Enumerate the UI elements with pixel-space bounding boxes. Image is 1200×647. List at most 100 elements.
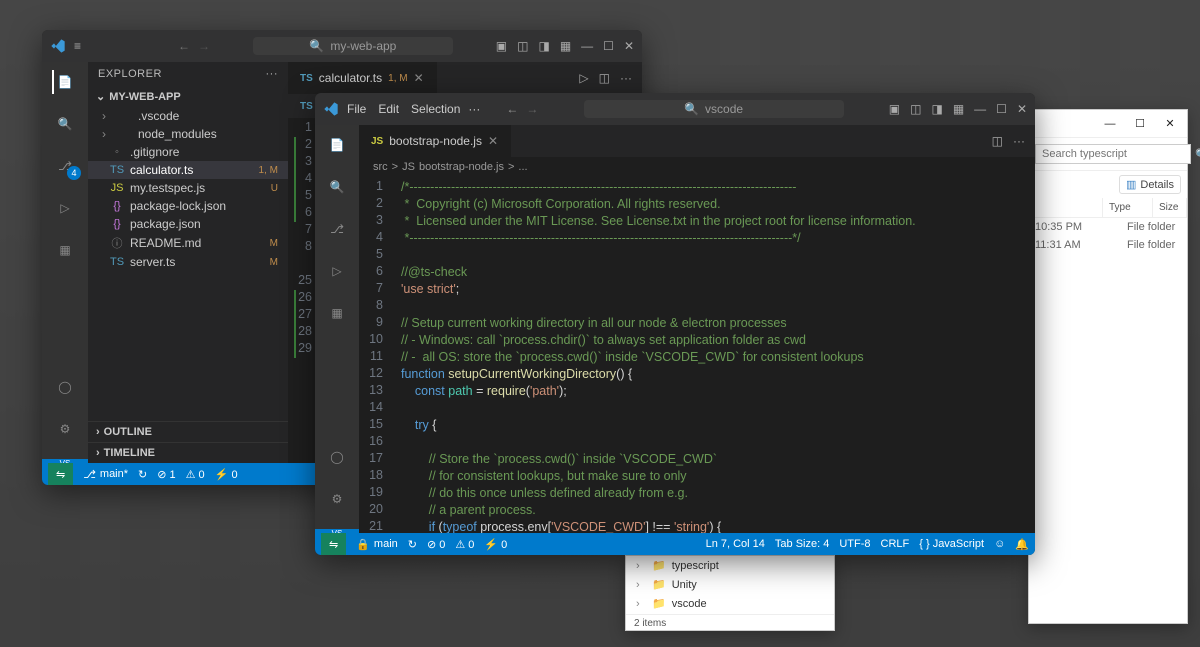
close-tab-icon[interactable]: ✕ [488, 134, 498, 148]
gear-icon[interactable]: ⚙ [325, 487, 349, 511]
code-line[interactable]: // Setup current working directory in al… [393, 315, 1035, 332]
sync-status[interactable]: ↻ [138, 468, 147, 481]
language-mode[interactable]: { } JavaScript [919, 538, 984, 550]
search-icon[interactable]: 🔍 [325, 175, 349, 199]
code-line[interactable] [393, 247, 1035, 264]
code-line[interactable] [393, 400, 1035, 417]
layout-icon[interactable]: ▣ [496, 39, 507, 53]
more-icon[interactable]: ··· [266, 68, 279, 80]
gear-icon[interactable]: ⚙ [53, 417, 77, 441]
file-row[interactable]: 11:31 AMFile folder [1029, 236, 1187, 254]
code-line[interactable] [393, 298, 1035, 315]
file-item[interactable]: TSserver.tsM [88, 253, 288, 271]
code-line[interactable]: // a parent process. [393, 502, 1035, 519]
layout-icon[interactable]: ◫ [517, 39, 528, 53]
split-icon[interactable]: ◫ [992, 134, 1003, 148]
folder-row[interactable]: ›📁Unity [626, 575, 834, 594]
errors-status[interactable]: ⊘ 1 [157, 468, 175, 481]
nav-forward-icon[interactable]: → [198, 39, 210, 53]
editor-tab[interactable]: TS calculator.ts 1, M ✕ [288, 62, 437, 94]
layout-icon[interactable]: ◨ [931, 102, 942, 116]
details-button[interactable]: ▥ Details [1119, 175, 1181, 194]
account-icon[interactable]: ◯ [325, 445, 349, 469]
editor-tab[interactable]: JS bootstrap-node.js ✕ [359, 125, 511, 157]
search-icon[interactable]: 🔍 [53, 112, 77, 136]
code-line[interactable] [393, 434, 1035, 451]
breadcrumb-segment[interactable]: ... [518, 161, 527, 173]
minimize-icon[interactable]: — [1097, 118, 1123, 130]
more-icon[interactable]: ··· [620, 71, 632, 85]
code-line[interactable]: // Store the `process.cwd()` inside `VSC… [393, 451, 1035, 468]
extensions-icon[interactable]: ▦ [53, 238, 77, 262]
file-item[interactable]: ◦.gitignore [88, 143, 288, 161]
code-line[interactable]: //@ts-check [393, 264, 1035, 281]
close-icon[interactable]: ✕ [624, 39, 634, 53]
explorer-icon[interactable]: 📄 [52, 70, 76, 94]
close-tab-icon[interactable]: ✕ [414, 71, 424, 85]
cursor-position[interactable]: Ln 7, Col 14 [706, 538, 765, 550]
debug-icon[interactable]: ▷ [325, 259, 349, 283]
extensions-icon[interactable]: ▦ [325, 301, 349, 325]
port-status[interactable]: ⚡ 0 [215, 468, 238, 481]
file-row[interactable]: 10:35 PMFile folder [1029, 218, 1187, 236]
scm-icon[interactable]: ⎇ [325, 217, 349, 241]
search-icon[interactable]: 🔍 [1195, 148, 1200, 161]
split-icon[interactable]: ◫ [599, 71, 610, 85]
menu-overflow-icon[interactable]: ··· [468, 102, 480, 116]
layout-icon[interactable]: ◨ [538, 39, 549, 53]
timeline-section[interactable]: ›TIMELINE [88, 445, 288, 461]
close-icon[interactable]: ✕ [1017, 102, 1027, 116]
file-item[interactable]: {}package.json [88, 215, 288, 233]
search-input[interactable] [1035, 144, 1191, 164]
remote-icon[interactable]: ⇋ [48, 463, 73, 485]
file-item[interactable]: JSmy.testspec.jsU [88, 179, 288, 197]
maximize-icon[interactable]: ☐ [603, 39, 614, 53]
nav-forward-icon[interactable]: → [526, 102, 538, 116]
tab-size[interactable]: Tab Size: 4 [775, 538, 829, 550]
folder-row[interactable]: ›📁typescript [626, 556, 834, 575]
branch-status[interactable]: 🔒 main [356, 538, 398, 551]
code-line[interactable]: try { [393, 417, 1035, 434]
code-line[interactable]: // do this once unless defined already f… [393, 485, 1035, 502]
breadcrumb[interactable]: src>JSbootstrap-node.js>... [359, 157, 1035, 177]
explorer-icon[interactable]: 📄 [325, 133, 349, 157]
maximize-icon[interactable]: ☐ [1127, 117, 1153, 130]
folder-item[interactable]: ›node_modules [88, 125, 288, 143]
menu-item[interactable]: Edit [378, 102, 399, 116]
code-line[interactable]: * Licensed under the MIT License. See Li… [393, 213, 1035, 230]
layout-icon[interactable]: ▦ [953, 102, 964, 116]
eol[interactable]: CRLF [881, 538, 910, 550]
project-folder[interactable]: ⌄ MY-WEB-APP [88, 88, 288, 105]
nav-back-icon[interactable]: ← [178, 39, 190, 53]
warnings-status[interactable]: ⚠ 0 [455, 538, 474, 551]
branch-status[interactable]: ⎇ main* [83, 468, 128, 481]
folder-row[interactable]: ›📁vscode [626, 594, 834, 613]
breadcrumb-segment[interactable]: > [392, 161, 398, 173]
code-line[interactable]: function setupCurrentWorkingDirectory() … [393, 366, 1035, 383]
layout-icon[interactable]: ▦ [560, 39, 571, 53]
code-line[interactable]: const path = require('path'); [393, 383, 1035, 400]
folder-item[interactable]: ›.vscode [88, 107, 288, 125]
code-line[interactable]: *---------------------------------------… [393, 230, 1035, 247]
layout-icon[interactable]: ▣ [889, 102, 900, 116]
outline-section[interactable]: ›OUTLINE [88, 424, 288, 440]
remote-icon[interactable]: ⇋ [321, 533, 346, 555]
menu-icon[interactable]: ≡ [74, 39, 81, 53]
layout-icon[interactable]: ◫ [910, 102, 921, 116]
scm-icon[interactable]: ⎇ 4 [53, 154, 77, 178]
nav-back-icon[interactable]: ← [506, 102, 518, 116]
minimize-icon[interactable]: — [974, 102, 986, 116]
run-icon[interactable]: ▷ [579, 71, 588, 85]
encoding[interactable]: UTF-8 [839, 538, 870, 550]
code-line[interactable]: 'use strict'; [393, 281, 1035, 298]
account-icon[interactable]: ◯ [53, 375, 77, 399]
code-line[interactable]: /*--------------------------------------… [393, 179, 1035, 196]
debug-icon[interactable]: ▷ [53, 196, 77, 220]
file-item[interactable]: {}package-lock.json [88, 197, 288, 215]
code-line[interactable]: * Copyright (c) Microsoft Corporation. A… [393, 196, 1035, 213]
minimize-icon[interactable]: — [581, 39, 593, 53]
close-icon[interactable]: ✕ [1157, 117, 1183, 130]
code-line[interactable]: // for consistent lookups, but make sure… [393, 468, 1035, 485]
file-item[interactable]: ⓘREADME.mdM [88, 233, 288, 253]
command-center[interactable]: 🔍 vscode [584, 100, 844, 118]
